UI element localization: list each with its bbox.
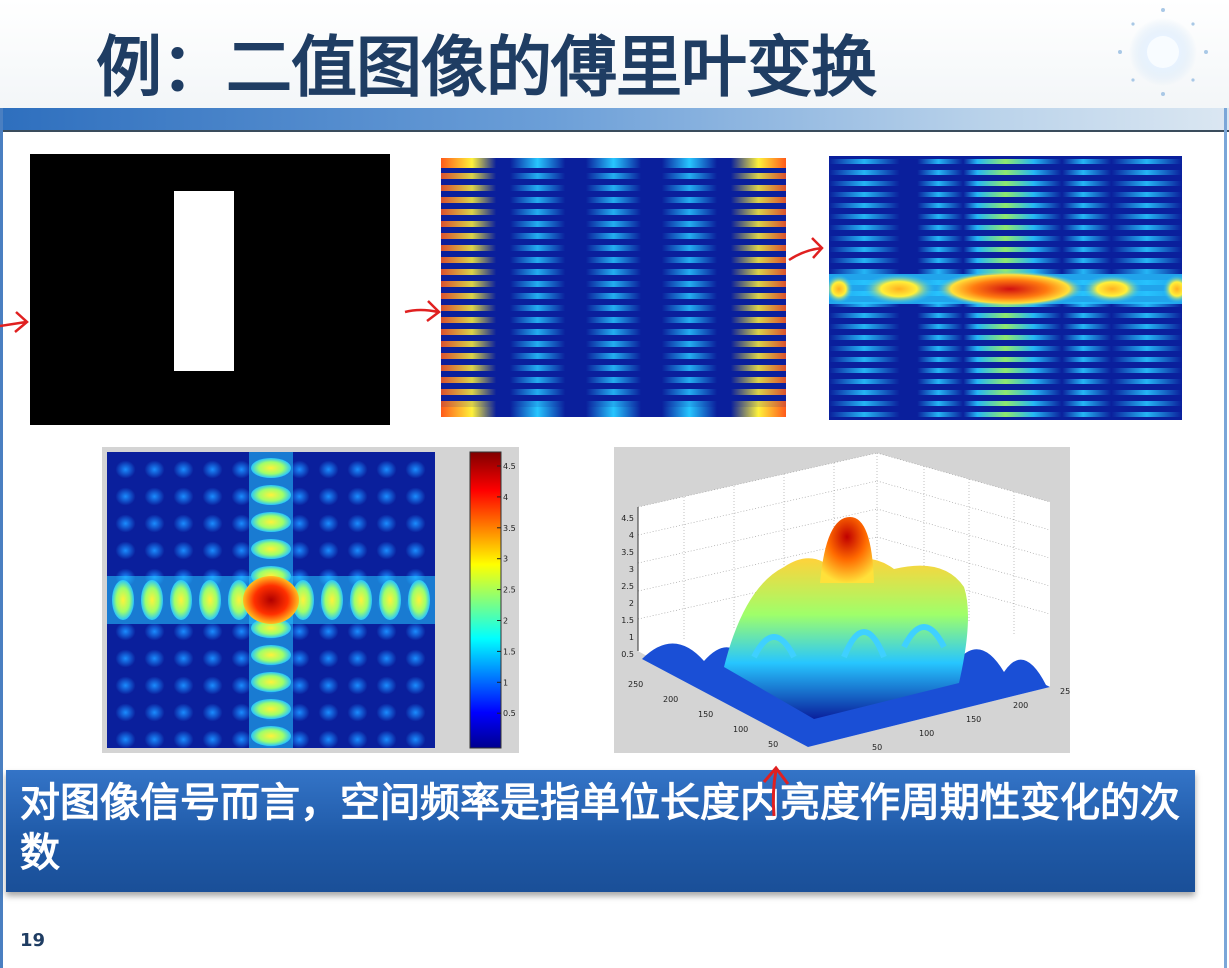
colorbar-tick-label: 2.5 — [503, 586, 516, 595]
caption-text: 对图像信号而言，空间频率是指单位长度内亮度作周期性变化的次数 — [20, 779, 1180, 876]
binary-image — [30, 154, 390, 425]
z-axis-tick-label: 0.5 — [621, 650, 634, 659]
z-axis-tick-label: 3 — [629, 565, 634, 574]
colorbar-tick-label: 1 — [503, 678, 508, 687]
colorbar-tick-label: 1.5 — [503, 647, 516, 656]
x-axis-tick-label: 100 — [919, 729, 934, 738]
z-axis-tick-label: 2.5 — [621, 582, 634, 591]
colorbar-tick-label: 3.5 — [503, 524, 516, 533]
spectrum-lobe — [379, 580, 401, 620]
colorbar-tick-label: 3 — [503, 555, 508, 564]
y-axis-tick-label: 100 — [733, 725, 748, 734]
spectrum-lobe — [251, 672, 291, 692]
x-axis-tick-label: 150 — [966, 715, 981, 724]
surface-plot-3d: 4.5 4 3.5 3 2.5 2 1.5 1 0.5 250 200 150 100 50 50 100… — [614, 447, 1070, 753]
spectrum-lobe — [251, 645, 291, 665]
colorbar-tick-label: 0.5 — [503, 709, 516, 718]
spectrum-lobe — [251, 699, 291, 719]
spectrum-lobe — [251, 512, 291, 532]
colorbar: 4.5 4 3.5 3 2.5 2 1.5 1 0.5 — [469, 451, 516, 749]
white-rectangle — [174, 191, 234, 371]
colorbar-tick-label: 2 — [503, 617, 508, 626]
colorbar-tick-label: 4 — [503, 493, 508, 502]
z-axis-tick-label: 4.5 — [621, 514, 634, 523]
spectrum-lobe — [321, 580, 343, 620]
z-axis-tick-label: 4 — [629, 531, 634, 540]
centered-spectrum-image — [107, 452, 435, 748]
x-axis-tick-label: 200 — [1013, 701, 1028, 710]
annotation-arrow-icon — [788, 237, 824, 262]
left-border — [0, 108, 3, 968]
annotation-arrow-icon — [404, 300, 441, 322]
colorbar-tick-label: 4.5 — [503, 462, 516, 471]
x-axis-tick-label: 250 — [1060, 687, 1070, 696]
slide-title: 例：二值图像的傅里叶变换 — [96, 29, 877, 106]
z-axis-tick-label: 1 — [629, 633, 634, 642]
spectrum-lobe — [408, 580, 430, 620]
x-axis-tick-label: 50 — [872, 743, 882, 752]
spectrum-lobe — [251, 726, 291, 746]
z-axis-tick-label: 2 — [629, 599, 634, 608]
fourier-spectrum-image — [441, 158, 786, 417]
spectrum-lobe — [251, 539, 291, 559]
y-axis-tick-label: 150 — [698, 710, 713, 719]
spectrum-lobe — [251, 485, 291, 505]
spectrum-lobe — [350, 580, 372, 620]
spectrum-lobe — [141, 580, 163, 620]
spectrum-lobe — [199, 580, 221, 620]
spectrum-lobe — [170, 580, 192, 620]
z-axis-tick-label: 1.5 — [621, 616, 634, 625]
y-axis-tick-label: 50 — [768, 740, 778, 749]
y-axis-tick-label: 200 — [663, 695, 678, 704]
sun-decoration-icon — [1118, 8, 1208, 96]
annotation-arrow-icon — [0, 311, 29, 333]
page-number: 19 — [20, 930, 46, 951]
z-axis-tick-label: 3.5 — [621, 548, 634, 557]
spectrum-lobe — [251, 458, 291, 478]
header-stripe — [0, 108, 1229, 132]
shifted-spectrum-image — [829, 156, 1182, 420]
right-border — [1224, 108, 1227, 968]
annotation-arrow-icon — [762, 765, 790, 817]
y-axis-tick-label: 250 — [628, 680, 643, 689]
spectrum-lobe — [112, 580, 134, 620]
